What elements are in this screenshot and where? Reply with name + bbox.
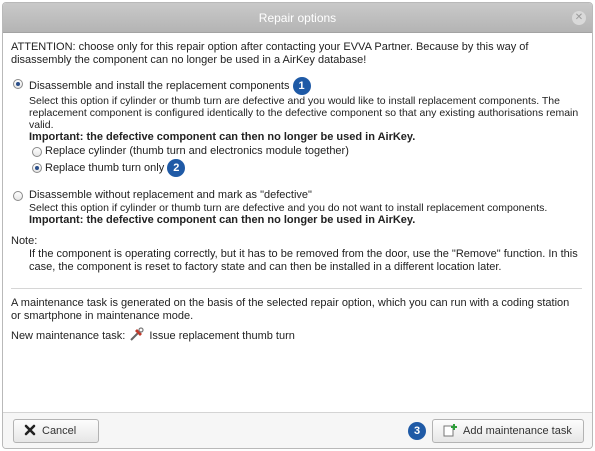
maintenance-task-row: New maintenance task: Issue replacement … bbox=[11, 327, 582, 344]
maintenance-task-name: Issue replacement thumb turn bbox=[149, 329, 295, 342]
cancel-button-label: Cancel bbox=[42, 425, 77, 437]
note-heading: Note: bbox=[11, 235, 38, 247]
add-task-icon bbox=[443, 423, 457, 440]
option-defective-label: Disassemble without replacement and mark… bbox=[29, 189, 312, 201]
close-x-icon bbox=[24, 424, 36, 439]
step-badge-1: 1 bbox=[292, 77, 311, 95]
dialog-content: ATTENTION: choose only for this repair o… bbox=[3, 33, 592, 344]
maintenance-task-label: New maintenance task: bbox=[11, 329, 126, 342]
option-replace: Disassemble and install the replacement … bbox=[11, 77, 582, 177]
dialog-title: Repair options bbox=[258, 10, 337, 25]
step-badge-2: 2 bbox=[167, 159, 186, 177]
maintenance-info: A maintenance task is generated on the b… bbox=[11, 297, 570, 322]
radio-replace-thumbturn[interactable] bbox=[32, 163, 42, 173]
add-maintenance-task-button[interactable]: Add maintenance task bbox=[432, 419, 584, 443]
sub-option-cylinder-label: Replace cylinder (thumb turn and electro… bbox=[45, 145, 349, 157]
close-icon[interactable]: ✕ bbox=[572, 11, 586, 25]
option-defective-desc: Select this option if cylinder or thumb … bbox=[29, 202, 548, 214]
cancel-button[interactable]: Cancel bbox=[13, 419, 99, 443]
repair-options-dialog: Repair options ✕ ATTENTION: choose only … bbox=[2, 2, 593, 449]
separator bbox=[11, 288, 582, 289]
sub-option-thumbturn: Replace thumb turn only 2 bbox=[29, 159, 582, 177]
radio-disassemble-install[interactable] bbox=[13, 79, 23, 89]
dialog-titlebar: Repair options ✕ bbox=[3, 3, 592, 33]
option-defective: Disassemble without replacement and mark… bbox=[11, 189, 582, 227]
radio-disassemble-defective[interactable] bbox=[13, 191, 23, 201]
option-replace-desc: Select this option if cylinder or thumb … bbox=[29, 95, 579, 131]
note-text: If the component is operating correctly,… bbox=[29, 248, 578, 273]
step-badge-3: 3 bbox=[408, 422, 426, 440]
radio-replace-cylinder[interactable] bbox=[32, 147, 42, 157]
sub-option-cylinder: Replace cylinder (thumb turn and electro… bbox=[29, 145, 582, 158]
sub-option-thumbturn-label: Replace thumb turn only bbox=[45, 161, 165, 174]
attention-text: ATTENTION: choose only for this repair o… bbox=[11, 41, 529, 66]
dialog-footer: Cancel 3 Add maintenance task bbox=[3, 412, 592, 448]
add-maintenance-task-label: Add maintenance task bbox=[463, 425, 572, 437]
option-replace-important: Important: the defective component can t… bbox=[29, 131, 416, 143]
wrench-icon bbox=[129, 327, 145, 344]
option-defective-important: Important: the defective component can t… bbox=[29, 214, 416, 226]
option-replace-label: Disassemble and install the replacement … bbox=[29, 79, 290, 92]
